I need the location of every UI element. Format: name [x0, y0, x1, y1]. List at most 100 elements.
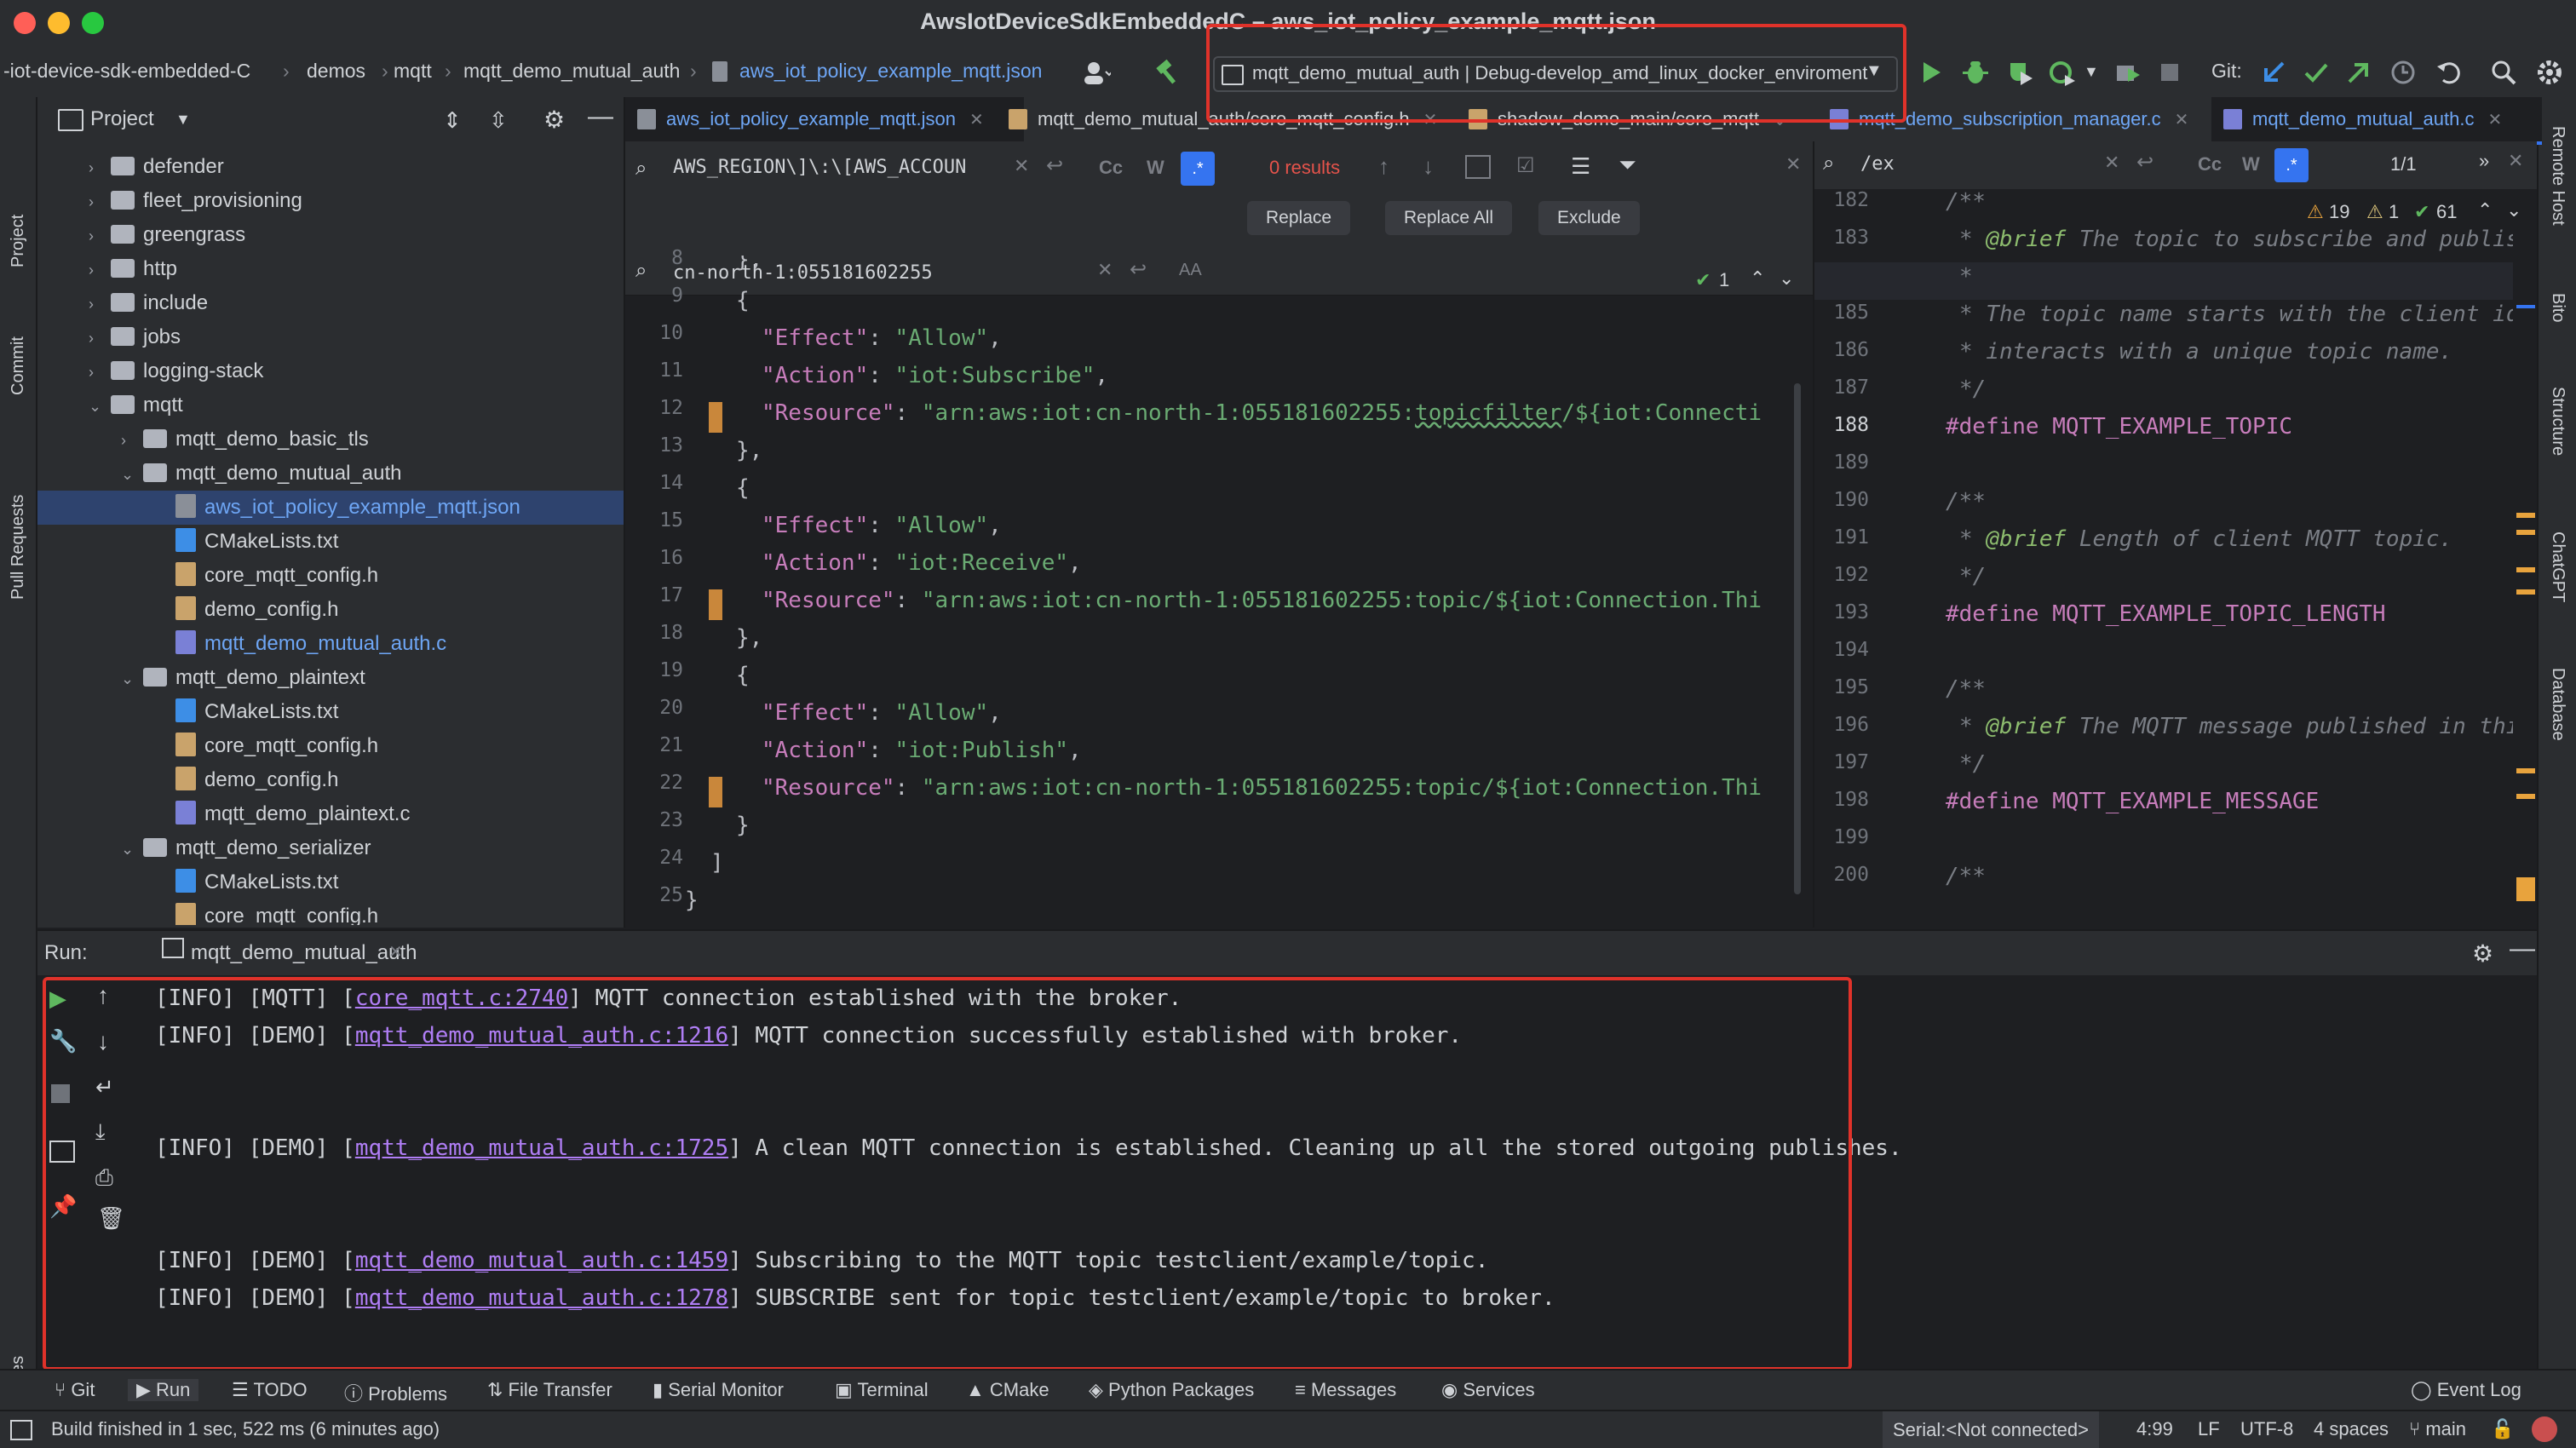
c-search-input[interactable]: /ex	[1860, 153, 1895, 175]
tree-file[interactable]: core_mqtt_config.h	[37, 729, 378, 763]
breadcrumb-mutual-auth[interactable]: mqtt_demo_mutual_auth	[463, 60, 680, 83]
tree-file[interactable]: core_mqtt_config.h	[37, 559, 378, 593]
tree-file[interactable]: aws_iot_policy_example_mqtt.json	[37, 491, 624, 525]
rollback-icon[interactable]	[2435, 58, 2464, 87]
c-editor-pane[interactable]: ⌕ /ex ✕ ↩ Cc W .* 1/1 » ✕ ⚠ 19 ⚠ 1 ✔ 61 …	[1814, 141, 2537, 928]
breadcrumb-project[interactable]: -iot-device-sdk-embedded-C	[3, 60, 250, 83]
build-hammer-icon[interactable]	[1153, 58, 1182, 87]
chevron-right-icon[interactable]: ›	[121, 423, 143, 457]
chevron-right-icon[interactable]: ›	[89, 219, 111, 253]
clear-search-icon[interactable]: ✕	[2104, 152, 2119, 174]
filter-lines-icon[interactable]: ☰	[1571, 153, 1590, 180]
gear-icon[interactable]: ⚙	[543, 106, 565, 134]
coverage-icon[interactable]	[2005, 58, 2034, 87]
stripe-commit[interactable]: Commit	[9, 336, 28, 395]
event-log-button[interactable]: ◯ Event Log	[2411, 1379, 2521, 1401]
tree-file[interactable]: CMakeLists.txt	[37, 695, 338, 729]
caret-position[interactable]: 4:99	[2136, 1418, 2173, 1440]
run-icon[interactable]	[1917, 58, 1946, 87]
breadcrumb-file[interactable]: aws_iot_policy_example_mqtt.json	[739, 60, 1042, 83]
previous-occurrence-icon[interactable]: ↑	[1378, 153, 1389, 180]
tree-file[interactable]: core_mqtt_config.h	[37, 899, 378, 925]
replace-button[interactable]: Replace	[1247, 201, 1351, 235]
build-status[interactable]: Build finished in 1 sec, 522 ms (6 minut…	[51, 1418, 440, 1440]
file-encoding[interactable]: UTF-8	[2240, 1418, 2293, 1440]
tree-folder[interactable]: ⌄ mqtt_demo_serializer	[37, 831, 371, 865]
tab-mqtt-demo-mutual-auth-c[interactable]: mqtt_demo_mutual_auth.c ✕	[2211, 97, 2542, 145]
hide-panel-icon[interactable]: —	[588, 102, 613, 131]
project-panel-title[interactable]: Project	[90, 107, 154, 131]
toolwindow-git[interactable]: ⑂ Git	[55, 1379, 95, 1401]
tree-folder[interactable]: › logging-stack	[37, 354, 263, 388]
git-branch[interactable]: ⑂ main	[2409, 1418, 2466, 1440]
toolwindow-terminal[interactable]: ▣ Terminal	[835, 1379, 929, 1401]
chevron-down-icon[interactable]: ⌄	[121, 832, 143, 866]
close-find-icon[interactable]: ✕	[1785, 153, 1801, 175]
profiler-icon[interactable]	[2048, 58, 2077, 87]
editor-scrollbar[interactable]	[1794, 383, 1801, 894]
close-tab-icon[interactable]: ✕	[388, 941, 403, 962]
words-toggle[interactable]: W	[2242, 153, 2260, 175]
replace-all-button[interactable]: Replace All	[1385, 201, 1513, 235]
user-icon[interactable]	[1082, 58, 1111, 87]
filter-icon[interactable]: ⏷	[1619, 152, 1636, 179]
tree-folder[interactable]: › fleet_provisioning	[37, 184, 302, 218]
settings-gear-icon[interactable]	[2535, 58, 2564, 87]
toolwindow-problems[interactable]: ⓘ Problems	[344, 1379, 447, 1406]
attach-debugger-icon[interactable]	[2113, 58, 2142, 87]
breadcrumb-demos[interactable]: demos	[307, 60, 365, 83]
close-tab-icon[interactable]: ✕	[2175, 111, 2189, 129]
tree-file[interactable]: demo_config.h	[37, 763, 338, 797]
more-actions-chevron-icon[interactable]: ▼	[2084, 63, 2099, 81]
chevron-down-icon[interactable]: ⌄	[89, 389, 111, 423]
select-all-occurrences-icon[interactable]	[1465, 155, 1491, 179]
toolwindow-run[interactable]: ▶ Run	[128, 1379, 199, 1401]
tree-folder[interactable]: ⌄ mqtt	[37, 388, 183, 422]
close-tab-icon[interactable]: ✕	[2488, 111, 2503, 129]
c-code[interactable]: /** * @brief The topic to subscribe and …	[1814, 189, 2513, 922]
tree-folder[interactable]: ⌄ mqtt_demo_plaintext	[37, 661, 365, 695]
git-update-icon[interactable]	[2259, 58, 2288, 87]
tree-folder[interactable]: › defender	[37, 150, 224, 184]
tree-folder[interactable]: › mqtt_demo_basic_tls	[37, 422, 369, 457]
toolwindow-serial-monitor[interactable]: ▮ Serial Monitor	[653, 1379, 784, 1401]
tree-folder[interactable]: ⌄ mqtt_demo_mutual_auth	[37, 457, 402, 491]
history-icon[interactable]	[2389, 58, 2418, 87]
json-code[interactable]: }, { "Effect": "Allow", "Action": "iot:S…	[625, 256, 1813, 928]
gear-icon[interactable]: ⚙	[2472, 939, 2493, 968]
search-icon[interactable]	[2489, 58, 2518, 87]
toolwindow-file-transfer[interactable]: ⇅ File Transfer	[487, 1379, 612, 1401]
git-push-icon[interactable]	[2344, 58, 2373, 87]
stripe-pull-requests[interactable]: Pull Requests	[9, 495, 28, 600]
clear-search-icon[interactable]: ✕	[1014, 155, 1029, 177]
exclude-button[interactable]: Exclude	[1538, 201, 1640, 235]
chevron-right-icon[interactable]: ›	[89, 253, 111, 287]
stripe-structure[interactable]: Structure	[2548, 387, 2567, 456]
expand-all-icon[interactable]: ⇕	[443, 107, 462, 134]
json-editor-pane[interactable]: ⌕ AWS_REGION\]\:\[AWS_ACCOUN ✕ ↩ Cc W .*…	[625, 141, 1814, 928]
tree-folder[interactable]: › include	[37, 286, 208, 320]
match-case-toggle[interactable]: Cc	[2198, 153, 2222, 175]
tree-folder[interactable]: › greengrass	[37, 218, 245, 252]
close-tab-icon[interactable]: ✕	[969, 111, 984, 129]
stripe-bito[interactable]: Bito	[2548, 293, 2567, 322]
error-stripe[interactable]	[2515, 189, 2537, 922]
toolwindow-todo[interactable]: ☰ TODO	[232, 1379, 308, 1401]
serial-status[interactable]: Serial:<Not connected>	[1883, 1411, 2099, 1448]
new-line-icon[interactable]: ↩	[1046, 153, 1063, 178]
words-toggle[interactable]: W	[1147, 157, 1164, 179]
tab-aws-iot-policy-json[interactable]: aws_iot_policy_example_mqtt.json ✕	[625, 97, 1024, 145]
hide-panel-icon[interactable]: —	[2510, 934, 2535, 963]
search-input[interactable]: AWS_REGION\]\:\[AWS_ACCOUN	[673, 157, 1014, 178]
run-tab[interactable]: mqtt_demo_mutual_auth ✕	[102, 931, 434, 979]
chevron-right-icon[interactable]: ›	[89, 321, 111, 355]
notification-icon[interactable]	[2532, 1416, 2557, 1442]
tree-file[interactable]: mqtt_demo_plaintext.c	[37, 797, 410, 831]
line-separator[interactable]: LF	[2198, 1418, 2220, 1440]
match-case-toggle[interactable]: Cc	[1099, 157, 1123, 179]
tree-file[interactable]: mqtt_demo_mutual_auth.c	[37, 627, 446, 661]
toolwindow-services[interactable]: ◉ Services	[1441, 1379, 1535, 1401]
next-occurrence-icon[interactable]: ↓	[1423, 153, 1434, 180]
toolwindow-cmake[interactable]: ▲ CMake	[966, 1379, 1049, 1401]
chevron-right-icon[interactable]: ›	[89, 185, 111, 219]
